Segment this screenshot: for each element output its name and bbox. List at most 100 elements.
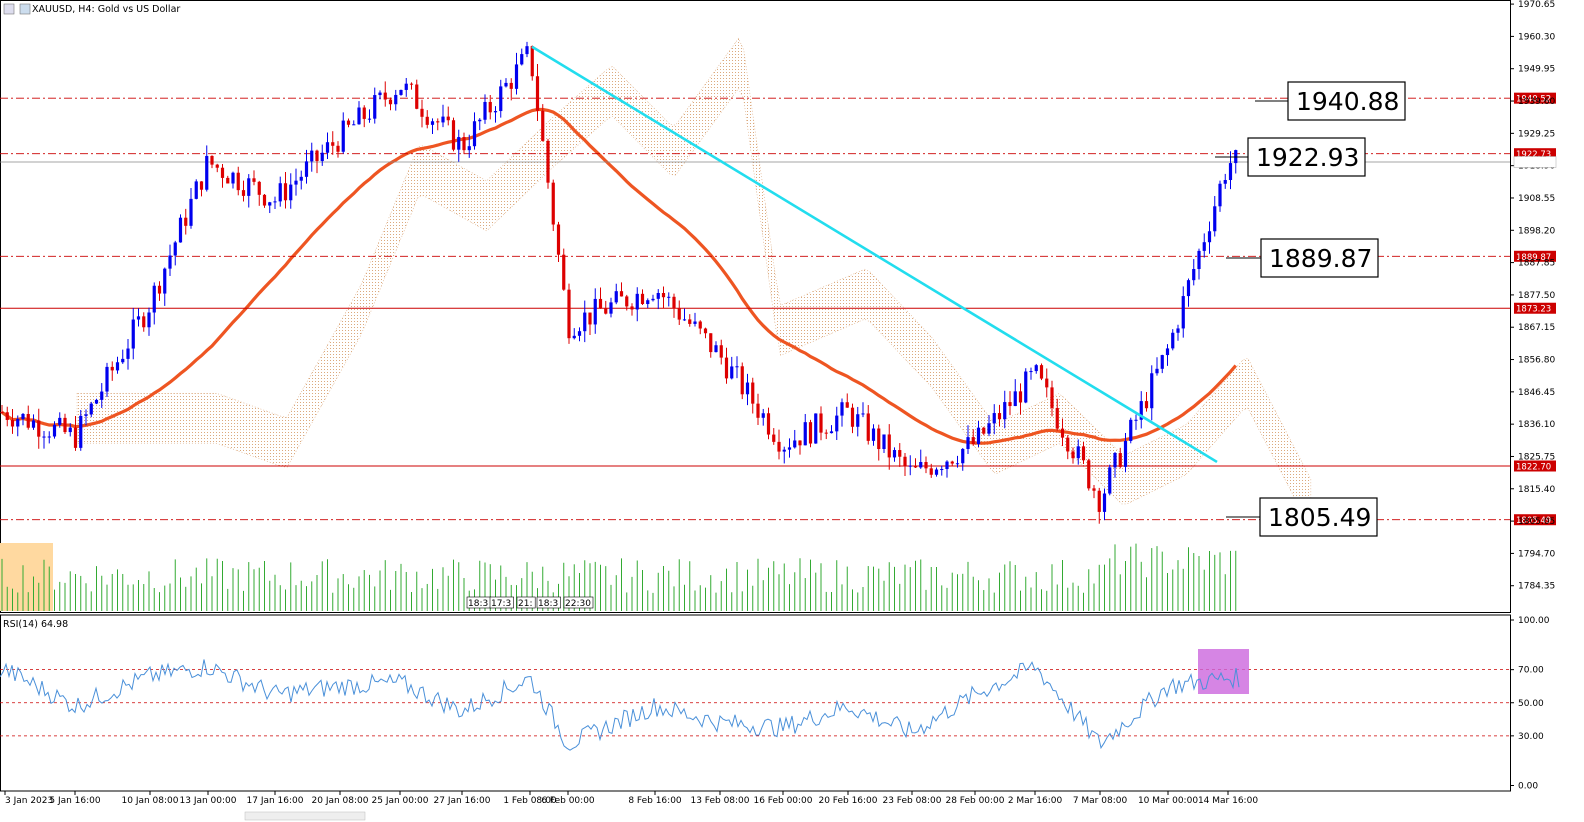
candle bbox=[751, 377, 755, 414]
candle bbox=[110, 361, 114, 381]
candle-body bbox=[614, 291, 618, 303]
candle bbox=[1197, 248, 1201, 280]
candle bbox=[425, 110, 429, 129]
price-callout: 1889.87 bbox=[1226, 238, 1379, 278]
candle-body bbox=[383, 92, 387, 100]
candle bbox=[493, 106, 498, 123]
candle-body bbox=[840, 402, 844, 416]
price-tick-label: 1898.20 bbox=[1518, 226, 1555, 236]
candle-body bbox=[656, 292, 660, 299]
candle bbox=[278, 176, 282, 207]
price-tick-label: 1877.50 bbox=[1518, 291, 1555, 301]
candle-body bbox=[1134, 419, 1138, 421]
candle-body bbox=[84, 414, 88, 416]
price-tick-label: 1939.60 bbox=[1518, 97, 1555, 107]
candle-body bbox=[966, 437, 970, 449]
candle bbox=[73, 416, 78, 451]
time-tick-label: 25 Jan 00:00 bbox=[372, 796, 429, 806]
candle bbox=[26, 405, 30, 430]
candle-body bbox=[798, 440, 802, 446]
candle bbox=[798, 440, 802, 455]
trading-chart[interactable]: 18:3 17:3 21: 18:3 22:301940.521922.731889.8… bbox=[0, 0, 1584, 822]
candle-body bbox=[220, 167, 225, 178]
candle-body bbox=[703, 328, 708, 334]
candle bbox=[499, 79, 503, 118]
candle-body bbox=[462, 137, 466, 151]
candle-body bbox=[976, 427, 981, 445]
candle bbox=[562, 248, 566, 291]
candle bbox=[131, 307, 135, 360]
price-callout-text: 1889.87 bbox=[1269, 244, 1372, 273]
current-price-tag bbox=[1513, 156, 1557, 168]
time-tick-label: 3 Jan 2023 bbox=[5, 796, 53, 806]
candle bbox=[651, 294, 655, 302]
candle-body bbox=[509, 82, 513, 89]
candle bbox=[877, 424, 881, 461]
candle-body bbox=[1092, 488, 1096, 491]
candle-body bbox=[955, 463, 960, 465]
candle bbox=[504, 78, 508, 88]
candle-body bbox=[903, 456, 907, 466]
candle bbox=[656, 289, 660, 310]
candle-body bbox=[877, 428, 881, 450]
time-tick-label: 17 Jan 16:00 bbox=[247, 796, 304, 806]
time-tick-label: 2 Mar 16:00 bbox=[1008, 796, 1063, 806]
candle bbox=[934, 467, 939, 477]
candle-body bbox=[719, 345, 723, 358]
candle-body bbox=[772, 434, 776, 442]
candle-body bbox=[42, 436, 46, 438]
candle-body bbox=[79, 415, 83, 448]
candle bbox=[79, 409, 83, 451]
candle-body bbox=[504, 82, 508, 87]
candle bbox=[446, 106, 450, 126]
candle bbox=[289, 173, 293, 209]
candle-body bbox=[58, 417, 62, 425]
candle-body bbox=[320, 152, 324, 162]
candle bbox=[47, 431, 51, 444]
candle-body bbox=[551, 182, 555, 225]
candle bbox=[310, 142, 314, 172]
candle-body bbox=[483, 101, 487, 120]
candle-body bbox=[520, 54, 524, 65]
time-tick-label: 7 Mar 08:00 bbox=[1073, 796, 1128, 806]
candle-body bbox=[499, 86, 503, 112]
candle bbox=[667, 292, 671, 307]
candle-body bbox=[787, 447, 792, 450]
candle bbox=[472, 112, 477, 150]
candle-body bbox=[1071, 451, 1075, 459]
candle bbox=[892, 447, 897, 462]
candle bbox=[866, 405, 870, 445]
candle-body bbox=[745, 382, 750, 395]
candle bbox=[226, 175, 230, 184]
candle-body bbox=[415, 84, 419, 109]
candle bbox=[1223, 173, 1227, 189]
candle-body bbox=[688, 319, 692, 324]
rsi-tick-label: 30.00 bbox=[1518, 732, 1544, 742]
candle-body bbox=[572, 335, 576, 339]
candle-body bbox=[514, 64, 519, 89]
candle bbox=[205, 145, 209, 192]
candle-body bbox=[73, 427, 78, 448]
candle bbox=[793, 429, 797, 449]
candle bbox=[1008, 391, 1012, 416]
candle-body bbox=[777, 441, 781, 452]
volume-time-label-text: 21: bbox=[518, 599, 532, 609]
candle bbox=[189, 188, 193, 229]
candle bbox=[373, 87, 377, 124]
candle bbox=[808, 419, 813, 448]
candle bbox=[661, 286, 666, 309]
candle bbox=[1218, 180, 1222, 212]
candle-body bbox=[63, 417, 67, 433]
candle bbox=[509, 78, 513, 101]
time-axis: 3 Jan 20235 Jan 16:00 10 Jan 08:00 13 Jan … bbox=[4, 791, 1258, 806]
candle-body bbox=[1150, 373, 1154, 409]
price-callouts: 1940.88 1922.93 1889.87 1805.49 bbox=[1215, 81, 1406, 537]
candle-body bbox=[373, 95, 377, 119]
candle-body bbox=[1045, 378, 1049, 388]
time-tick-label: 5 Jan 16:00 bbox=[49, 796, 101, 806]
candle-body bbox=[525, 46, 529, 55]
candle-body bbox=[866, 413, 870, 441]
candle bbox=[105, 362, 109, 398]
candle bbox=[588, 312, 592, 335]
candle bbox=[1039, 363, 1044, 381]
